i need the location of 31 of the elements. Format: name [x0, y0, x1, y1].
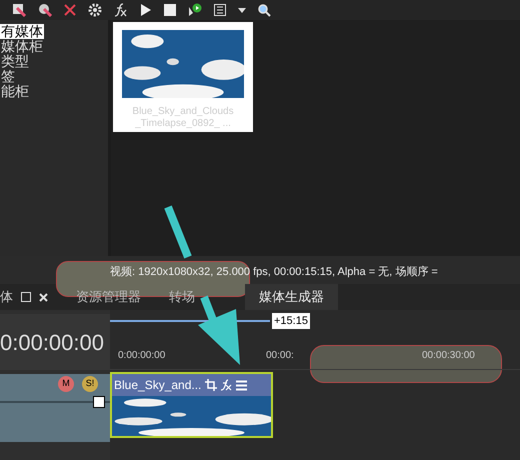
slider-thumb[interactable] — [92, 396, 104, 408]
clip-name: Blue_Sky_and... — [114, 377, 202, 394]
maximize-icon[interactable] — [21, 292, 31, 302]
caret-icon[interactable] — [238, 8, 246, 12]
crop-icon[interactable] — [205, 379, 218, 391]
volume-slider[interactable] — [0, 396, 110, 408]
import-icon[interactable] — [12, 3, 26, 17]
ruler-time-label: 00:00:30:00 — [422, 349, 476, 363]
dock-tab[interactable]: 媒体生成器 — [245, 284, 338, 310]
capture-icon[interactable] — [38, 3, 52, 17]
ruler-time-label: 0:00:00:00 — [117, 349, 166, 363]
sidebar-item[interactable]: 能柜 — [0, 84, 30, 99]
status-text: 视频: 1920x1080x32, 25.000 fps, 00:00:15:15, Alpha = 无, 场顺序 = — [109, 264, 439, 280]
sidebar-item[interactable]: 有媒体 — [0, 24, 44, 39]
timecode-display: 0:00:00:00 — [0, 314, 110, 370]
mute-button[interactable]: M — [58, 376, 74, 392]
cursor-play-icon[interactable] — [188, 3, 202, 17]
sidebar-item[interactable]: 签 — [0, 69, 16, 84]
ruler-time-label: 00:00: — [266, 349, 295, 363]
settings-icon[interactable] — [88, 3, 102, 17]
loop-length-label: +15:15 — [272, 312, 310, 330]
view-list-icon[interactable] — [214, 4, 226, 16]
play-icon[interactable] — [140, 3, 152, 17]
video-clip[interactable]: Blue_Sky_and... — [110, 372, 273, 438]
solo-button[interactable]: S! — [82, 376, 98, 392]
menu-icon[interactable] — [236, 380, 248, 390]
dock-label: 体 — [0, 288, 13, 306]
sidebar-item[interactable]: 类型 — [0, 54, 30, 69]
sidebar-item[interactable]: 媒体柜 — [0, 39, 44, 54]
search-icon[interactable] — [258, 4, 271, 16]
fx-icon[interactable] — [114, 3, 128, 17]
